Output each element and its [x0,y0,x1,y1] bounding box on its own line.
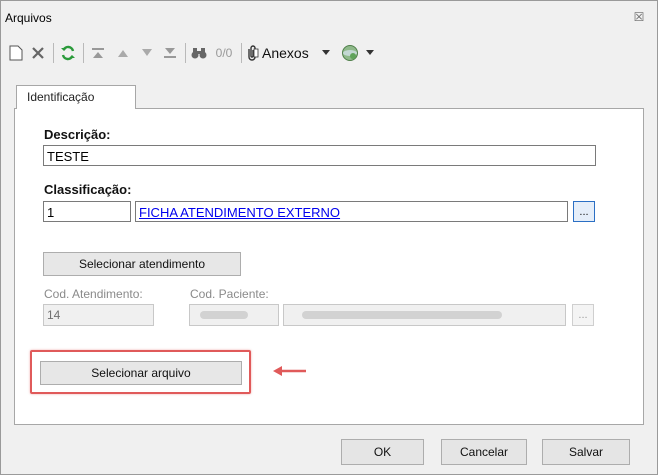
descricao-label: Descrição: [44,127,111,142]
arrow-annotation-icon [273,366,306,376]
anexos-label: Anexos [262,45,309,61]
ok-button[interactable]: OK [341,439,424,465]
first-record-icon[interactable] [87,41,109,65]
new-document-icon[interactable] [7,41,25,65]
classificacao-name-link[interactable]: FICHA ATENDIMENTO EXTERNO [139,205,340,220]
cancelar-button[interactable]: Cancelar [441,439,527,465]
cod-atendimento-field: 14 [43,304,154,326]
classificacao-code-field[interactable]: 1 [43,201,131,222]
classificacao-name-field[interactable]: FICHA ATENDIMENTO EXTERNO [135,201,568,222]
classificacao-label: Classificação: [44,182,132,197]
toolbar: 0/0 Anexos [1,35,657,71]
globe-dropdown-arrow-icon[interactable] [363,41,377,65]
title-bar: Arquivos ☒ [1,1,657,35]
record-counter: 0/0 [215,46,233,60]
search-binoculars-icon[interactable] [189,41,209,65]
close-icon[interactable]: ☒ [631,9,647,25]
salvar-button[interactable]: Salvar [542,439,630,465]
cod-paciente-field [189,304,279,326]
anexos-button[interactable]: Anexos [245,41,319,65]
paciente-name-field [283,304,566,326]
next-record-icon[interactable] [137,41,157,65]
cod-paciente-label: Cod. Paciente: [190,287,269,301]
tab-identificacao[interactable]: Identificação [16,85,136,109]
globe-icon[interactable] [339,41,361,65]
selecionar-arquivo-button[interactable]: Selecionar arquivo [40,361,242,385]
attachment-icon [245,45,259,61]
last-record-icon[interactable] [159,41,181,65]
arquivos-dialog: Arquivos ☒ 0/0 Anexos Identificação Desc… [0,0,658,475]
previous-record-icon[interactable] [113,41,133,65]
window-title: Arquivos [5,11,52,25]
delete-icon[interactable] [27,41,49,65]
descricao-field[interactable]: TESTE [43,145,596,166]
selecionar-atendimento-button[interactable]: Selecionar atendimento [43,252,241,276]
paciente-lookup-button: ... [572,304,594,326]
cod-atendimento-label: Cod. Atendimento: [44,287,143,301]
classificacao-lookup-button[interactable]: ... [573,201,595,222]
anexos-dropdown-arrow-icon[interactable] [319,41,333,65]
refresh-icon[interactable] [57,41,79,65]
